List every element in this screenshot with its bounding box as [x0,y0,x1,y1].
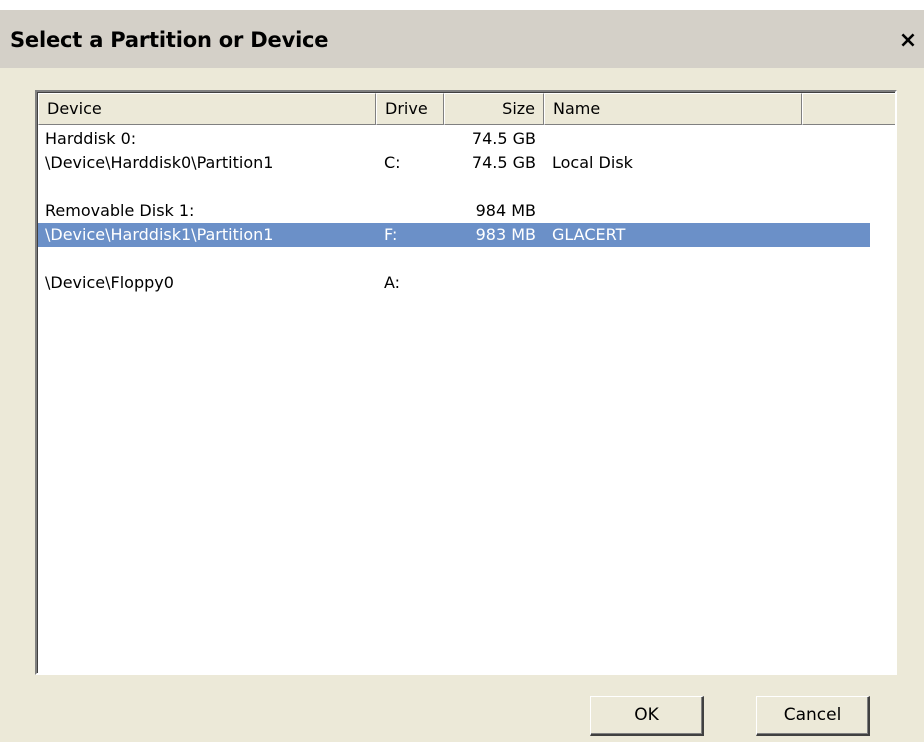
table-row[interactable]: Removable Disk 1: 984 MB [38,199,895,223]
cancel-button[interactable]: Cancel [756,696,870,736]
cell-drive [376,175,444,199]
cell-drive [376,199,444,223]
column-header-filler [802,93,895,125]
list-rows: Harddisk 0: 74.5 GB \Device\Harddisk0\Pa… [38,127,895,295]
table-row[interactable]: \Device\Floppy0 A: [38,271,895,295]
cell-device [38,175,376,199]
cell-size: 74.5 GB [471,153,536,172]
cell-device: Harddisk 0: [45,129,137,148]
cell-name: GLACERT [552,225,626,244]
column-header-size[interactable]: Size [444,93,544,125]
table-row[interactable]: \Device\Harddisk0\Partition1 C: 74.5 GB … [38,151,895,175]
table-row-spacer [38,175,895,199]
cell-device: \Device\Harddisk0\Partition1 [45,153,274,172]
cell-size: 984 MB [475,201,536,220]
cell-drive: C: [384,153,401,172]
column-header-drive[interactable]: Drive [376,93,444,125]
cell-device: Removable Disk 1: [45,201,195,220]
table-row-spacer [38,247,895,271]
title-bar: Select a Partition or Device × [0,10,924,68]
cell-drive [376,127,444,151]
cell-device: \Device\Harddisk1\Partition1 [45,225,274,244]
cell-size: 983 MB [475,225,536,244]
cell-size [444,247,544,271]
column-header-device[interactable]: Device [38,93,376,125]
cell-size [444,271,544,295]
cell-name [544,199,802,223]
list-header: Device Drive Size Name [38,93,895,125]
cell-size [444,175,544,199]
table-row[interactable]: \Device\Harddisk1\Partition1 F: 983 MB G… [38,223,870,247]
ok-button[interactable]: OK [590,696,704,736]
close-icon[interactable]: × [895,27,921,53]
cell-name [544,127,802,151]
cell-drive [376,247,444,271]
cell-name [544,271,802,295]
cell-drive: A: [384,273,401,292]
cell-name [544,175,802,199]
cell-drive: F: [384,225,398,244]
cell-name [544,247,802,271]
cell-device [38,247,376,271]
dialog-title: Select a Partition or Device [10,28,329,52]
cell-device: \Device\Floppy0 [45,273,174,292]
device-list[interactable]: Device Drive Size Name Harddisk 0: 74.5 … [35,90,897,675]
table-row[interactable]: Harddisk 0: 74.5 GB [38,127,895,151]
column-header-name[interactable]: Name [544,93,802,125]
cell-size: 74.5 GB [471,129,536,148]
select-partition-dialog: Select a Partition or Device × Device Dr… [0,10,924,742]
cell-name: Local Disk [552,153,633,172]
